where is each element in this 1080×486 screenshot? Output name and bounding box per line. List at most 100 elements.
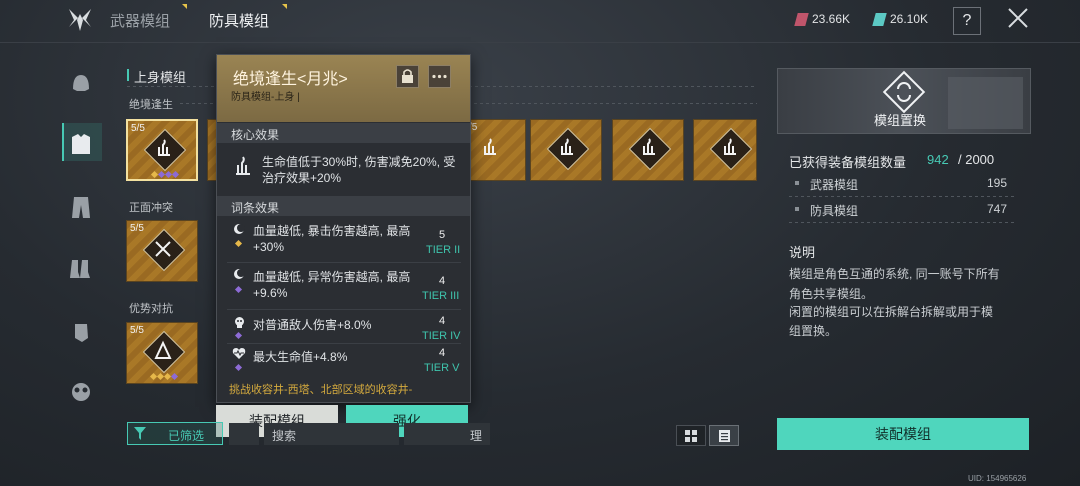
entry-tier: TIER III	[422, 290, 460, 302]
core-effect-header: 核心效果	[217, 123, 470, 143]
entry-effect-header: 词条效果	[217, 196, 470, 216]
gloves-icon[interactable]	[66, 316, 96, 346]
grid-view-button[interactable]	[676, 425, 706, 446]
chest-armor-icon[interactable]	[66, 129, 96, 159]
resource-teal: 26.10K	[872, 12, 929, 26]
sort-button[interactable]	[229, 423, 259, 445]
section-title: 上身模组	[134, 70, 187, 85]
crescent-moon-icon	[234, 224, 245, 234]
entry-quality-dot	[234, 239, 243, 248]
entry-text: 对普通敌人伤害+8.0%	[253, 318, 372, 332]
lock-button[interactable]	[396, 65, 419, 88]
survival-glyph-icon	[561, 138, 573, 155]
teal-crystal-icon	[872, 12, 887, 26]
bullet-icon	[795, 181, 799, 185]
uid-label: UID: 154965626	[968, 474, 1027, 483]
mod-count-current: 942	[927, 152, 949, 167]
bullet-icon	[795, 207, 799, 211]
more-button[interactable]	[428, 65, 451, 88]
survival-glyph-icon	[724, 138, 736, 155]
grid-icon	[685, 430, 697, 442]
tab-new-marker	[282, 4, 287, 9]
entry-level: 5	[438, 229, 446, 241]
pink-crystal-icon	[794, 12, 809, 26]
entry-tier: TIER II	[426, 244, 461, 256]
group-label: 正面冲突	[129, 202, 173, 214]
entry-text: 血量越低, 暴击伤害越高, 最高+30%	[253, 224, 411, 254]
entry-divider	[227, 309, 461, 310]
manage-button[interactable]: 理	[404, 423, 490, 445]
mod-card[interactable]	[693, 119, 757, 181]
survival-glyph-icon	[643, 138, 655, 155]
list-icon	[719, 430, 730, 442]
popup-subtitle: 防具模组-上身 |	[231, 92, 300, 103]
help-button[interactable]: ?	[953, 7, 981, 35]
mod-card-count: 5/5	[130, 223, 144, 234]
tab-weapon-mods[interactable]: 武器模组	[110, 10, 170, 31]
list-view-button[interactable]	[709, 425, 739, 446]
survival-glyph-icon	[484, 138, 496, 155]
mod-card[interactable]: 5/5	[126, 220, 198, 282]
source-text[interactable]: 挑战收容井-西塔、北部区域的收容井-	[229, 381, 412, 397]
equip-mod-button[interactable]: 装配模组	[777, 418, 1029, 450]
popup-title: 绝境逢生<月兆>	[233, 71, 348, 88]
armor-mod-count-label: 防具模组	[810, 204, 859, 218]
skull-icon	[235, 317, 244, 328]
helmet-icon[interactable]	[66, 69, 96, 99]
mod-card[interactable]	[612, 119, 684, 181]
entry-quality-dot	[234, 285, 243, 294]
entry-quality-dot	[234, 363, 243, 372]
note-title: 说明	[789, 245, 816, 260]
filter-label: 已筛选	[168, 429, 205, 443]
resource-teal-value: 26.10K	[890, 12, 929, 26]
mod-card[interactable]: 5/5	[126, 119, 198, 181]
survival-glyph-icon	[158, 139, 170, 156]
more-icon	[432, 74, 447, 79]
clash-glyph-icon	[155, 241, 171, 257]
entry-level: 4	[438, 315, 446, 327]
pants-icon[interactable]	[66, 192, 96, 222]
filter-button[interactable]: 已筛选	[127, 422, 223, 445]
heartbeat-icon	[232, 348, 246, 359]
count-divider	[789, 222, 1015, 223]
crescent-moon-icon	[234, 269, 245, 279]
entry-level: 4	[438, 275, 446, 287]
close-icon[interactable]	[1006, 6, 1030, 30]
mod-count-label: 已获得装备模组数量	[789, 155, 907, 170]
tab-armor-mods[interactable]: 防具模组	[209, 10, 269, 31]
mod-detail-popup: 绝境逢生<月兆> 防具模组-上身 | 核心效果 生命值低于30%时, 伤害减免2…	[216, 54, 471, 403]
entry-quality-dot	[234, 331, 243, 340]
gas-mask-icon[interactable]	[66, 377, 96, 407]
manage-label: 理	[470, 429, 483, 443]
entry-text: 最大生命值+4.8%	[253, 350, 348, 364]
tab-new-marker	[182, 4, 187, 9]
core-effect-text: 生命值低于30%时, 伤害减免20%, 受治疗效果+20%	[262, 155, 456, 185]
survival-glyph-icon	[236, 156, 250, 175]
swap-arrows-icon	[897, 82, 911, 102]
resource-pink: 23.66K	[794, 12, 851, 26]
weapon-mod-count-value: 195	[987, 176, 1008, 190]
filter-icon	[134, 427, 146, 440]
boots-icon[interactable]	[66, 254, 96, 284]
mod-card[interactable]: 5/5	[126, 322, 198, 384]
mod-replace-banner[interactable]: 模组置换	[777, 68, 1031, 134]
entry-divider	[227, 343, 461, 344]
advantage-glyph-icon	[154, 340, 172, 359]
entry-text: 血量越低, 异常伤害越高, 最高+9.6%	[253, 270, 411, 300]
mod-card[interactable]: /5	[468, 119, 526, 181]
group-label: 优势对抗	[129, 303, 173, 315]
mod-card-count: 5/5	[131, 123, 145, 134]
armor-preview	[948, 77, 1023, 129]
entry-effect-header-label: 词条效果	[231, 201, 280, 215]
mod-card[interactable]	[530, 119, 602, 181]
app-logo-icon	[69, 9, 91, 31]
resource-pink-value: 23.66K	[812, 12, 851, 26]
search-input[interactable]: 搜索	[264, 423, 399, 445]
core-effect-header-label: 核心效果	[231, 128, 280, 142]
mod-card-count: 5/5	[130, 325, 144, 336]
lock-icon	[402, 69, 413, 83]
note-line: 组置换。	[789, 324, 838, 338]
replace-label: 模组置换	[874, 113, 927, 128]
note-line: 角色共享模组。	[789, 287, 874, 301]
count-divider	[789, 196, 1015, 197]
